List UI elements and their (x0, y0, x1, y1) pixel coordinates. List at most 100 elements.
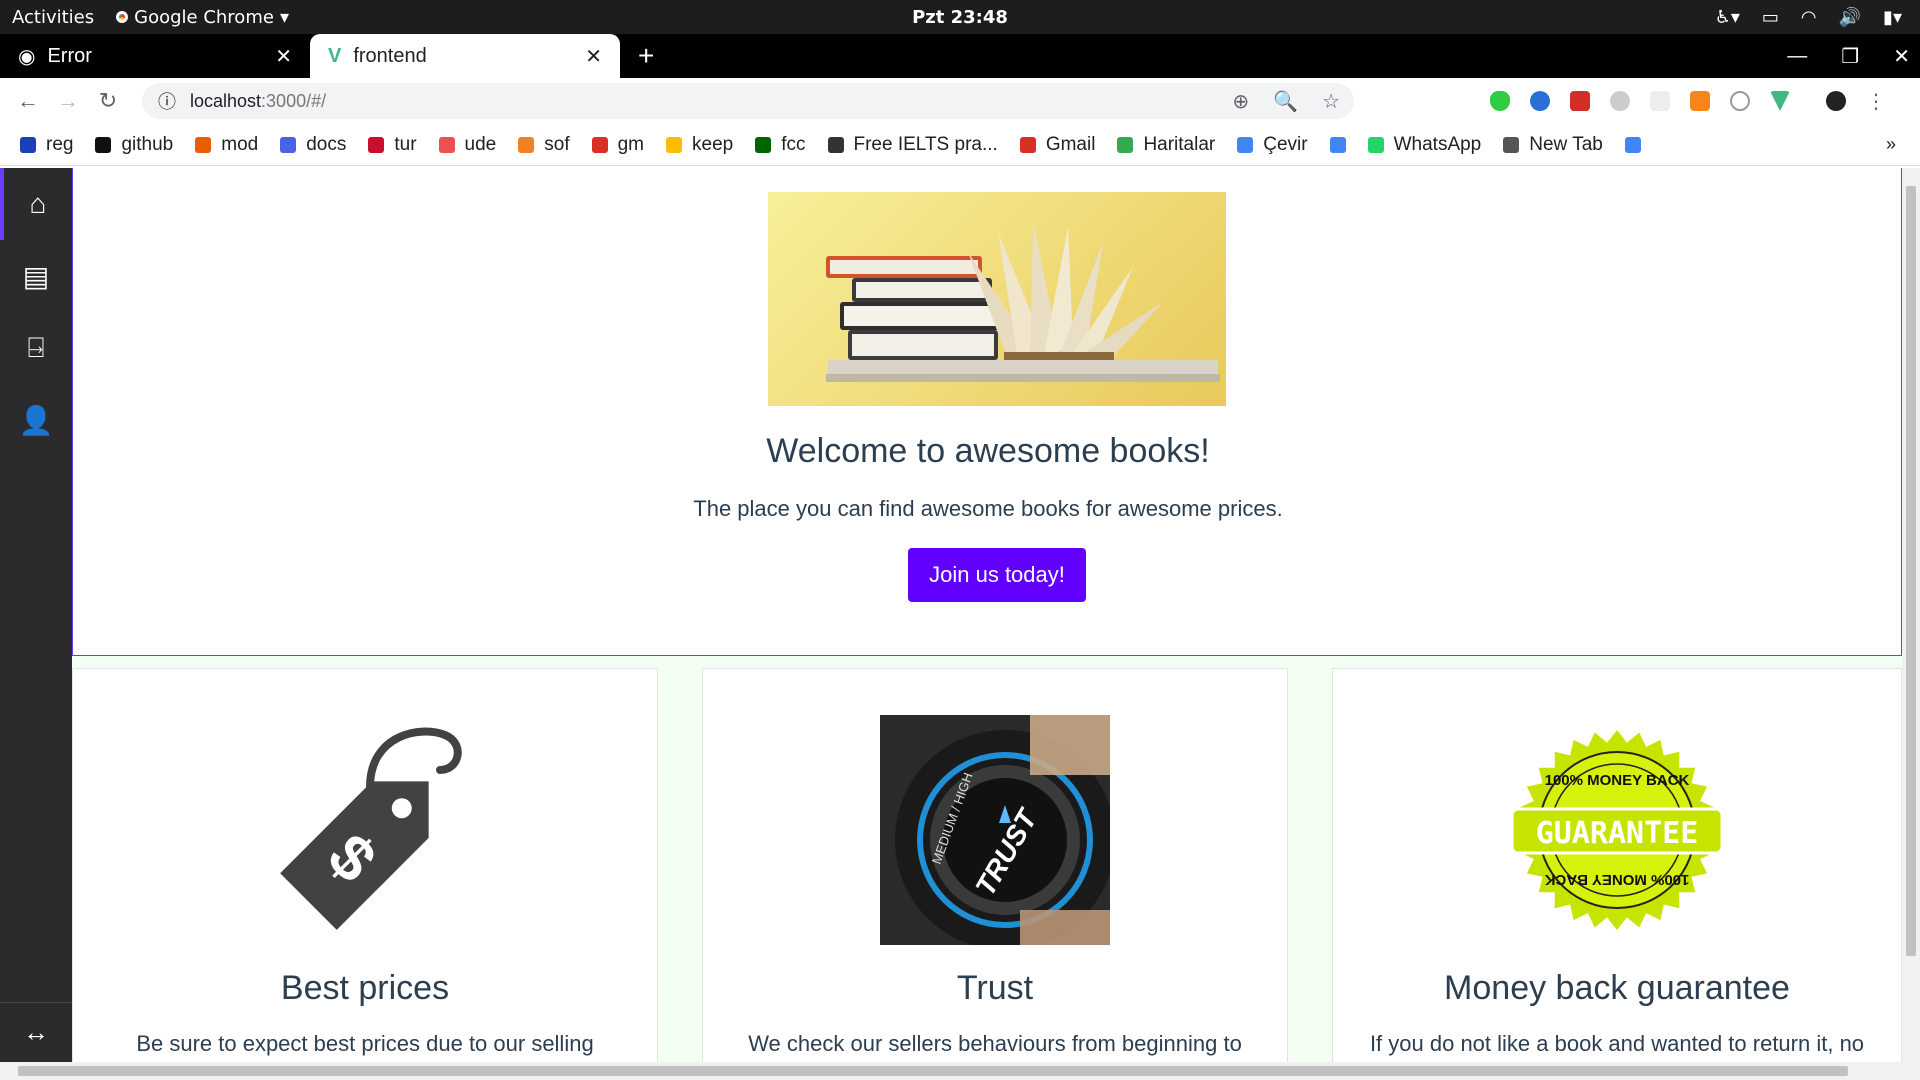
tab-error[interactable]: ◉ Error ✕ (0, 34, 310, 78)
sidebar-item-home[interactable]: ⌂ (0, 168, 72, 240)
page-content: Welcome to awesome books! The place you … (72, 168, 1902, 1062)
new-tab-button[interactable]: + (638, 40, 654, 72)
os-top-bar: Activities Google Chrome ▾ Pzt 23:48 ♿▾ … (0, 0, 1920, 34)
bookmark-favicon-icon (20, 136, 36, 153)
guarantee-top: 100% MONEY BACK (1545, 772, 1690, 789)
scroll-thumb[interactable] (18, 1066, 1848, 1076)
globe-extension-icon[interactable] (1530, 91, 1550, 111)
wifi-icon[interactable]: ◠ (1801, 7, 1817, 28)
bookmark-favicon-icon (368, 136, 385, 153)
bookmark-item[interactable] (1329, 136, 1346, 153)
menu-kebab-icon[interactable]: ⋮ (1866, 89, 1886, 114)
bookmark-favicon-icon (1329, 136, 1346, 153)
bookmark-item[interactable]: keep (666, 134, 733, 156)
user-plus-icon: 👤 (18, 404, 54, 436)
metamask-icon[interactable] (1690, 91, 1710, 111)
bookmark-item[interactable]: github (95, 134, 173, 156)
app-menu[interactable]: Google Chrome ▾ (116, 7, 289, 28)
close-tab-icon[interactable]: ✕ (585, 44, 602, 69)
volume-icon[interactable]: 🔊 (1839, 7, 1861, 28)
hero-section: Welcome to awesome books! The place you … (72, 168, 1902, 656)
bookmark-item[interactable] (1624, 136, 1641, 153)
clock[interactable]: Pzt 23:48 (912, 7, 1008, 28)
activities-button[interactable]: Activities (12, 7, 94, 28)
bookmark-item[interactable]: gm (591, 134, 644, 156)
sidebar-item-register[interactable]: 👤 (0, 384, 72, 456)
bookmark-favicon-icon (1117, 136, 1134, 153)
reload-icon[interactable]: ↻ (88, 88, 128, 114)
bookmark-favicon-icon (1624, 136, 1641, 153)
shield-icon[interactable] (1490, 91, 1510, 111)
chrome-icon (116, 11, 129, 23)
bookmark-label: Çevir (1263, 133, 1308, 155)
close-window-icon[interactable]: ✕ (1893, 44, 1910, 69)
lastpass-icon[interactable] (1570, 91, 1590, 111)
close-tab-icon[interactable]: ✕ (275, 44, 292, 69)
grey-extension-icon[interactable] (1610, 91, 1630, 111)
forward-arrow-icon[interactable]: → (48, 88, 88, 114)
bookmarks-overflow-icon[interactable]: » (1886, 134, 1896, 155)
restore-icon[interactable]: ❐ (1841, 44, 1859, 69)
bookmark-item[interactable]: sof (518, 133, 570, 156)
bookmark-label: sof (544, 133, 570, 155)
scroll-thumb[interactable] (1906, 186, 1916, 956)
join-button[interactable]: Join us today! (908, 548, 1086, 602)
bookmark-item[interactable]: Çevir (1237, 133, 1308, 156)
trust-dial-image: TRUST MEDIUM / HIGH (880, 715, 1115, 950)
bookmark-favicon-icon (280, 136, 297, 153)
extensions: ⋮ (1490, 89, 1886, 114)
sidebar-item-login[interactable]: ⍈ (0, 312, 72, 384)
zoom-icon[interactable]: 🔍 (1273, 89, 1298, 114)
bookmark-item[interactable]: mod (195, 134, 258, 156)
circle-extension-icon[interactable] (1730, 91, 1750, 111)
accessibility-icon[interactable]: ♿▾ (1715, 7, 1740, 28)
feature-text: We check our sellers behaviours from beg… (748, 1031, 1242, 1056)
bookmark-item[interactable]: Gmail (1019, 134, 1095, 156)
info-icon[interactable]: ⓘ (158, 88, 176, 114)
battery-icon[interactable]: ▮▾ (1883, 7, 1902, 28)
sidebar-toggle[interactable]: ↔ (0, 1002, 72, 1062)
bookmark-item[interactable]: Free IELTS pra... (827, 134, 998, 156)
minimize-icon[interactable]: — (1787, 45, 1807, 68)
address-bar[interactable]: ⓘ localhost:3000/#/ ⊕ 🔍 ☆ (142, 83, 1354, 119)
bookmark-item[interactable]: docs (280, 134, 346, 156)
bookmark-item[interactable]: Haritalar (1117, 134, 1215, 156)
tab-title: Error (47, 44, 92, 67)
tab-strip: ◉ Error ✕ V frontend ✕ + — ❐ ✕ (0, 34, 1920, 78)
tab-frontend[interactable]: V frontend ✕ (310, 34, 620, 78)
bookmark-label: tur (394, 133, 417, 155)
bookmark-item[interactable]: reg (20, 134, 73, 156)
bookmark-favicon-icon (755, 136, 772, 153)
hero-subtitle: The place you can find awesome books for… (693, 496, 1283, 521)
bookmark-star-icon[interactable]: ☆ (1322, 89, 1340, 114)
bookmark-favicon-icon (1503, 136, 1520, 153)
bookmark-item[interactable]: New Tab (1503, 134, 1603, 156)
feature-title: Money back guarantee (1444, 969, 1790, 1007)
tab-title: frontend (353, 44, 427, 67)
bookmark-item[interactable]: tur (368, 133, 417, 156)
feature-title: Best prices (280, 969, 450, 1007)
guarantee-badge-icon: GUARANTEE 100% MONEY BACK 100% MONEY BAC… (1502, 715, 1732, 945)
url-path: :3000/#/ (261, 90, 327, 111)
install-icon[interactable]: ⊕ (1232, 89, 1249, 114)
back-arrow-icon[interactable]: ← (8, 88, 48, 114)
bookmark-label: docs (306, 133, 347, 155)
guarantee-bottom: 100% MONEY BACK (1544, 871, 1689, 888)
screen-icon[interactable]: ▭ (1762, 7, 1779, 28)
bookmark-label: mod (221, 133, 259, 155)
bookmark-label: ude (464, 133, 497, 155)
sidebar-item-books[interactable]: ▤ (0, 240, 72, 312)
hero-title: Welcome to awesome books! (766, 432, 1210, 470)
vertical-scrollbar[interactable] (1902, 168, 1920, 1062)
bookmark-item[interactable]: WhatsApp (1367, 134, 1481, 156)
blank-extension-icon[interactable] (1650, 91, 1670, 111)
system-tray[interactable]: ♿▾ ▭ ◠ 🔊 ▮▾ (1715, 7, 1902, 28)
vue-devtools-icon[interactable] (1770, 91, 1790, 111)
horizontal-scrollbar[interactable] (0, 1062, 1920, 1080)
window-controls: — ❐ ✕ (1787, 34, 1910, 78)
bookmark-item[interactable]: ude (438, 133, 497, 156)
bookmark-item[interactable]: fcc (755, 134, 806, 156)
avatar[interactable] (1826, 91, 1846, 111)
book-icon: ▤ (22, 260, 50, 292)
app-name: Google Chrome (134, 6, 274, 28)
